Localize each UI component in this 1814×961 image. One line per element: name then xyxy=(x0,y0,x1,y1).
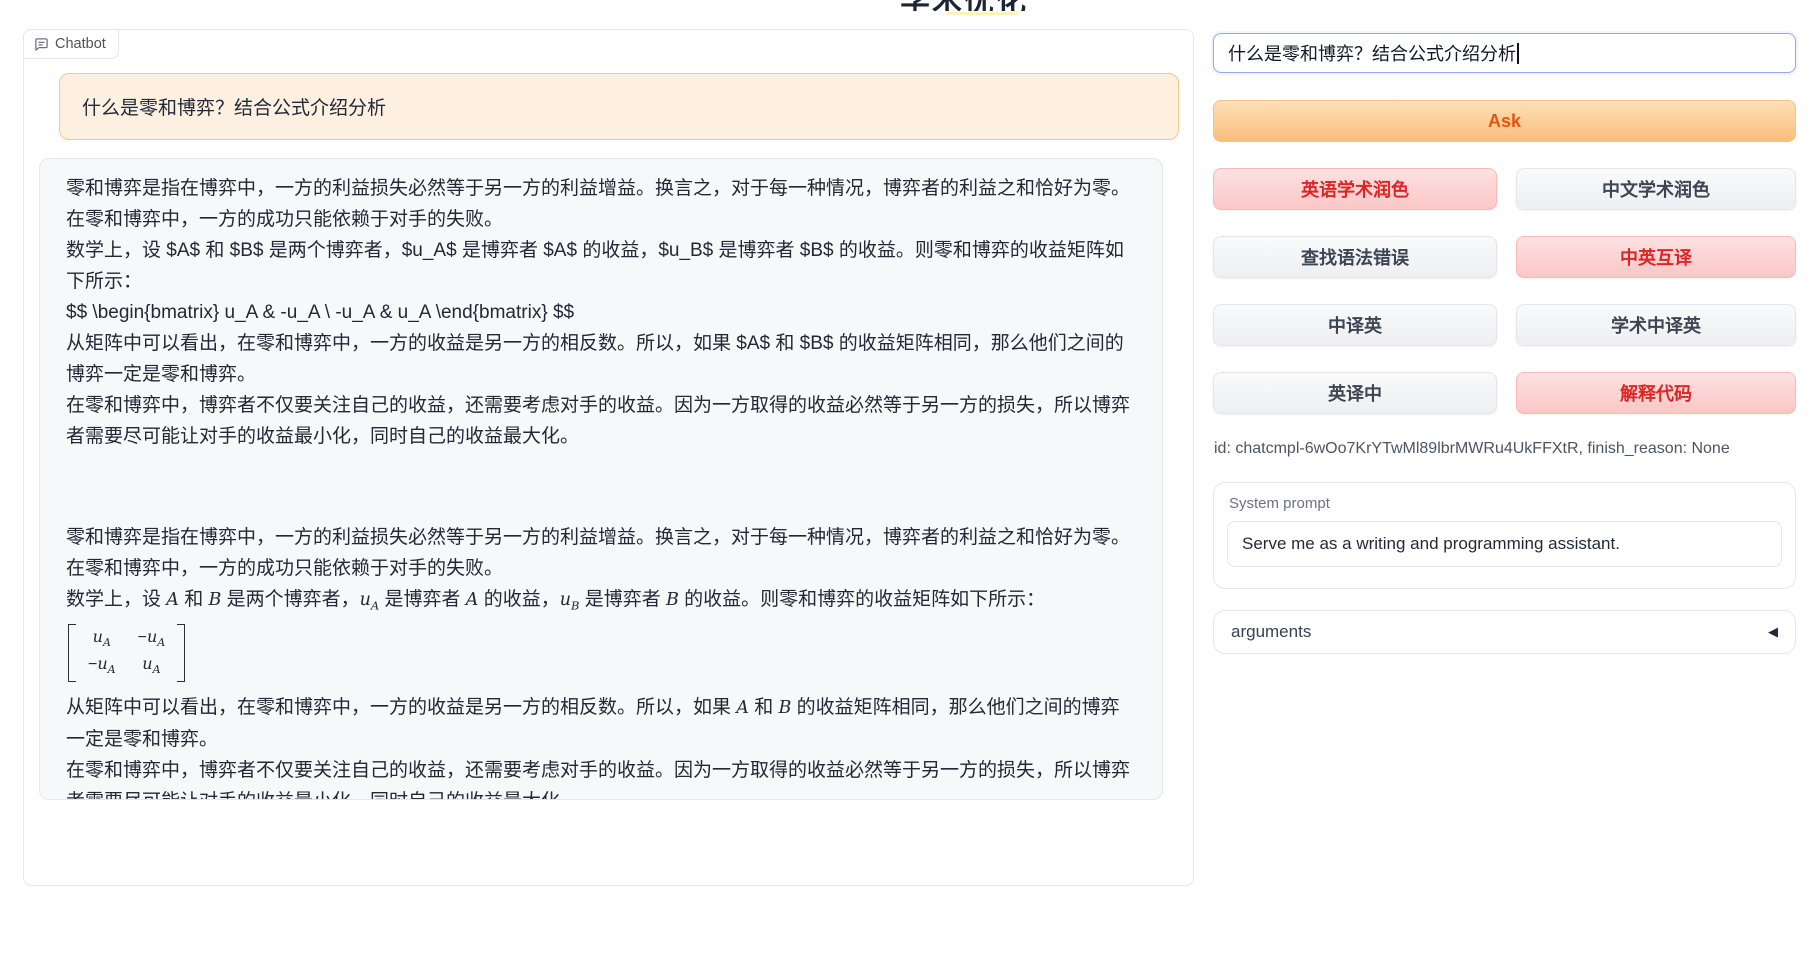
matrix-bracket-left xyxy=(68,624,76,682)
action-button-find-grammar-errors[interactable]: 查找语法错误 xyxy=(1213,236,1497,278)
bot-message-bubble: 零和博弈是指在博弈中，一方的利益损失必然等于另一方的利益增益。换言之，对于每一种… xyxy=(39,158,1163,800)
matrix-bracket-right xyxy=(177,624,185,682)
action-button-english-academic-polish[interactable]: 英语学术润色 xyxy=(1213,168,1497,210)
app-root: 学术优化 Chatbot 什么是零和博弈？结合公式介绍分析 零和博弈是指在博弈中… xyxy=(0,0,1814,961)
message-gap xyxy=(66,452,1136,522)
action-button-academic-zh-to-en[interactable]: 学术中译英 xyxy=(1516,304,1796,346)
bot-paragraph-raw: 从矩阵中可以看出，在零和博弈中，一方的收益是另一方的相反数。所以，如果 $A$ … xyxy=(66,328,1136,390)
matrix-cell: −uA xyxy=(138,626,166,653)
math-var: uA xyxy=(360,590,380,610)
bot-paragraph-rendered: 从矩阵中可以看出，在零和博弈中，一方的收益是另一方的相反数。所以，如果 A 和 … xyxy=(66,692,1136,755)
text-cursor xyxy=(1517,43,1519,64)
system-prompt-value: Serve me as a writing and programming as… xyxy=(1242,534,1620,554)
matrix-cell: −uA xyxy=(88,653,116,680)
arguments-accordion[interactable]: arguments ◀ xyxy=(1213,610,1796,654)
bot-paragraph-rendered: 数学上，设 A 和 B 是两个博弈者，uA 是博弈者 A 的收益，uB 是博弈者… xyxy=(66,584,1136,622)
bot-paragraph-raw: 零和博弈是指在博弈中，一方的利益损失必然等于另一方的利益增益。换言之，对于每一种… xyxy=(66,173,1136,235)
chat-bubble-icon xyxy=(34,37,49,52)
math-var: uA xyxy=(93,627,111,646)
action-button-zh-to-en[interactable]: 中译英 xyxy=(1213,304,1497,346)
matrix-cells: uA−uA−uAuA xyxy=(76,624,177,682)
page-title-text: 学术优化 xyxy=(900,0,1028,11)
question-input[interactable]: 什么是零和博弈？结合公式介绍分析 xyxy=(1213,33,1796,73)
math-var: B xyxy=(778,698,791,718)
matrix-cell: uA xyxy=(138,653,166,680)
bot-paragraph-raw: 在零和博弈中，博弈者不仅要关注自己的收益，还需要考虑对手的收益。因为一方取得的收… xyxy=(66,390,1136,452)
ask-button[interactable]: Ask xyxy=(1213,100,1796,142)
math-var: uA xyxy=(142,654,160,673)
math-var: A xyxy=(736,698,749,718)
page-title-cropped: 学术优化 xyxy=(900,0,1160,11)
title-underline xyxy=(946,12,1018,15)
action-button-chinese-academic-polish[interactable]: 中文学术润色 xyxy=(1516,168,1796,210)
math-matrix-line: uA−uA−uAuA xyxy=(66,622,1136,692)
action-button-grid: 英语学术润色中文学术润色查找语法错误中英互译中译英学术中译英英译中解释代码 xyxy=(1213,168,1796,414)
math-var: uA xyxy=(147,627,165,646)
math-var: A xyxy=(166,590,179,610)
question-input-value: 什么是零和博弈？结合公式介绍分析 xyxy=(1228,40,1516,66)
chatbot-label-text: Chatbot xyxy=(55,36,106,52)
chatbot-label: Chatbot xyxy=(23,29,119,59)
math-var: B xyxy=(666,590,679,610)
collapse-arrow-icon: ◀ xyxy=(1768,625,1778,640)
arguments-accordion-label: arguments xyxy=(1231,622,1311,642)
math-var: A xyxy=(466,590,479,610)
system-prompt-label: System prompt xyxy=(1229,495,1782,512)
system-prompt-input[interactable]: Serve me as a writing and programming as… xyxy=(1227,521,1782,567)
bot-paragraph-raw: $$ \begin{bmatrix} u_A & -u_A \ -u_A & u… xyxy=(66,297,1136,328)
bot-paragraph-rendered: 在零和博弈中，博弈者不仅要关注自己的收益，还需要考虑对手的收益。因为一方取得的收… xyxy=(66,755,1136,800)
response-meta-text: id: chatcmpl-6wOo7KrYTwMl89lbrMWRu4UkFFX… xyxy=(1214,440,1730,458)
math-var: uB xyxy=(560,590,580,610)
user-message-text: 什么是零和博弈？结合公式介绍分析 xyxy=(82,93,386,120)
math-var: B xyxy=(208,590,221,610)
action-button-explain-code[interactable]: 解释代码 xyxy=(1516,372,1796,414)
math-var: uA xyxy=(97,654,115,673)
chatbot-panel: Chatbot 什么是零和博弈？结合公式介绍分析 零和博弈是指在博弈中，一方的利… xyxy=(23,29,1194,886)
matrix-cell: uA xyxy=(88,626,116,653)
action-button-en-to-zh[interactable]: 英译中 xyxy=(1213,372,1497,414)
user-message-bubble: 什么是零和博弈？结合公式介绍分析 xyxy=(59,73,1179,140)
payoff-matrix: uA−uA−uAuA xyxy=(68,624,185,682)
bot-paragraph-raw: 数学上，设 $A$ 和 $B$ 是两个博弈者，$u_A$ 是博弈者 $A$ 的收… xyxy=(66,235,1136,297)
system-prompt-card: System prompt Serve me as a writing and … xyxy=(1213,482,1796,589)
bot-paragraph-rendered: 零和博弈是指在博弈中，一方的利益损失必然等于另一方的利益增益。换言之，对于每一种… xyxy=(66,522,1136,584)
action-button-zh-en-mutual-translate[interactable]: 中英互译 xyxy=(1516,236,1796,278)
